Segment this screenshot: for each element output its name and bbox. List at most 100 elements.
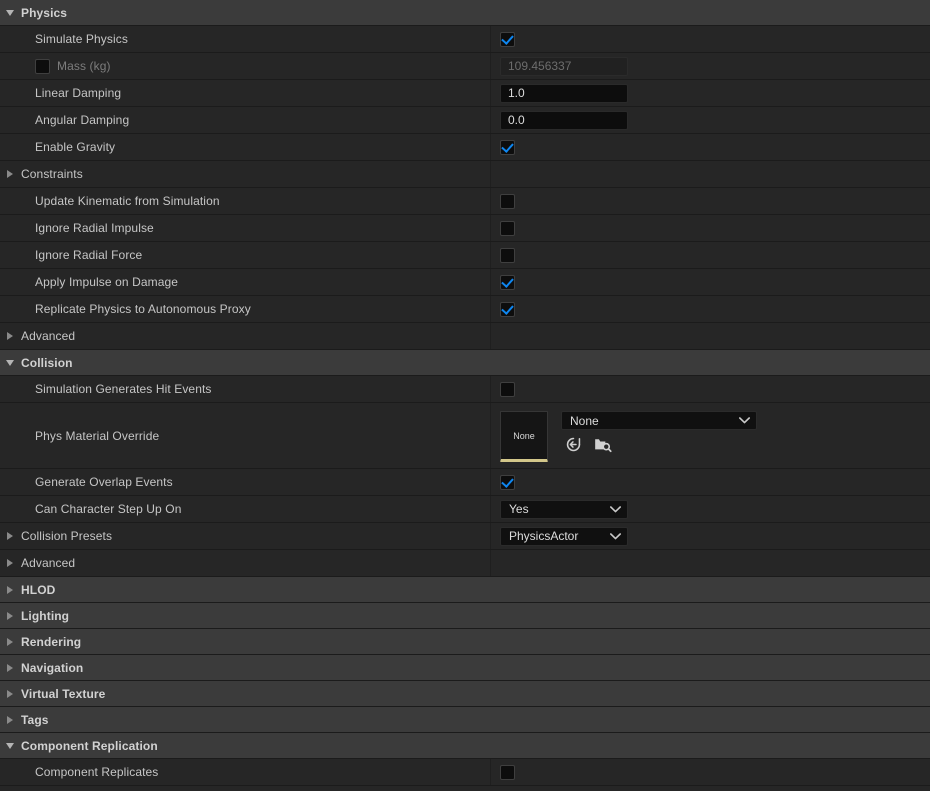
category-label-navigation: Navigation [21,661,83,675]
asset-thumbnail[interactable]: None [500,411,548,462]
property-row-collision-advanced[interactable]: Advanced [0,550,930,577]
combo-phys-material-override[interactable]: None [561,411,757,430]
property-name-cell: Collision [0,350,491,375]
property-label-collision-advanced: Advanced [21,556,75,570]
chevron-right-icon [7,612,13,620]
property-label-can-character-step-up-on: Can Character Step Up On [35,502,181,516]
checkbox-replicate-physics-proxy[interactable] [500,302,515,317]
category-row-collision[interactable]: Collision [0,350,930,376]
property-label-physics-advanced: Advanced [21,329,75,343]
checkbox-generate-overlap-events[interactable] [500,475,515,490]
twisty-collapsed-physics-advanced[interactable] [3,332,17,340]
category-row-physics[interactable]: Physics [0,0,930,26]
property-name-cell: Simulation Generates Hit Events [0,376,491,402]
property-row-phys-material-override[interactable]: Phys Material OverrideNoneNone [0,403,930,469]
property-value-cell: 109.456337 [491,53,930,79]
property-value-cell [491,655,930,680]
category-row-navigation[interactable]: Navigation [0,655,930,681]
category-row-component-replication[interactable]: Component Replication [0,733,930,759]
twisty-expanded-component-replication[interactable] [3,743,17,749]
chevron-right-icon [7,170,13,178]
checkbox-simulation-generates-hit[interactable] [500,382,515,397]
twisty-collapsed-rendering[interactable] [3,638,17,646]
twisty-collapsed-navigation[interactable] [3,664,17,672]
property-row-physics-advanced[interactable]: Advanced [0,323,930,350]
asset-picker-phys-material-override: None None [500,411,757,462]
checkbox-ignore-radial-force[interactable] [500,248,515,263]
property-name-cell: Advanced [0,550,491,576]
category-row-hlod[interactable]: HLOD [0,577,930,603]
category-row-tags[interactable]: Tags [0,707,930,733]
chevron-down-icon [6,743,14,749]
twisty-collapsed-tags[interactable] [3,716,17,724]
checkbox-apply-impulse-on-damage[interactable] [500,275,515,290]
chevron-right-icon [7,586,13,594]
property-row-linear-damping[interactable]: Linear Damping1.0 [0,80,930,107]
property-row-collision-presets[interactable]: Collision PresetsPhysicsActor [0,523,930,550]
input-mass[interactable]: 109.456337 [500,57,628,76]
property-row-ignore-radial-force[interactable]: Ignore Radial Force [0,242,930,269]
input-linear-damping[interactable]: 1.0 [500,84,628,103]
property-row-enable-gravity[interactable]: Enable Gravity [0,134,930,161]
checkbox-mass[interactable] [35,59,50,74]
twisty-collapsed-constraints[interactable] [3,170,17,178]
twisty-collapsed-collision-advanced[interactable] [3,559,17,567]
combo-can-character-step-up-on[interactable]: Yes [500,500,628,519]
property-value-cell [491,296,930,322]
property-row-simulation-generates-hit[interactable]: Simulation Generates Hit Events [0,376,930,403]
chevron-right-icon [7,664,13,672]
property-name-cell: Tags [0,707,491,732]
property-row-replicate-physics-proxy[interactable]: Replicate Physics to Autonomous Proxy [0,296,930,323]
property-row-update-kinematic[interactable]: Update Kinematic from Simulation [0,188,930,215]
property-row-constraints[interactable]: Constraints [0,161,930,188]
twisty-collapsed-collision-presets[interactable] [3,532,17,540]
category-label-collision: Collision [21,356,73,370]
property-label-ignore-radial-force: Ignore Radial Force [35,248,142,262]
property-value-cell [491,134,930,160]
chevron-right-icon [7,332,13,340]
category-label-lighting: Lighting [21,609,69,623]
combo-value-collision-presets: PhysicsActor [509,529,578,543]
property-value-cell [491,550,930,576]
checkbox-update-kinematic[interactable] [500,194,515,209]
category-row-lighting[interactable]: Lighting [0,603,930,629]
combo-collision-presets[interactable]: PhysicsActor [500,527,628,546]
twisty-collapsed-hlod[interactable] [3,586,17,594]
property-name-cell: Lighting [0,603,491,628]
twisty-collapsed-virtual-texture[interactable] [3,690,17,698]
property-value-cell [491,681,930,706]
twisty-collapsed-lighting[interactable] [3,612,17,620]
twisty-expanded-physics[interactable] [3,10,17,16]
property-name-cell: Navigation [0,655,491,680]
property-label-enable-gravity: Enable Gravity [35,140,115,154]
property-name-cell: Virtual Texture [0,681,491,706]
property-value-cell [491,707,930,732]
property-value-cell [491,0,930,25]
asset-action-icons [565,436,757,453]
property-name-cell: Simulate Physics [0,26,491,52]
input-value-linear-damping: 1.0 [508,86,525,100]
property-row-apply-impulse-on-damage[interactable]: Apply Impulse on Damage [0,269,930,296]
checkbox-component-replicates[interactable] [500,765,515,780]
property-row-angular-damping[interactable]: Angular Damping 0.0 [0,107,930,134]
property-name-cell: Angular Damping [0,107,491,133]
chevron-right-icon [7,532,13,540]
checkbox-enable-gravity[interactable] [500,140,515,155]
category-row-rendering[interactable]: Rendering [0,629,930,655]
checkbox-simulate-physics[interactable] [500,32,515,47]
property-row-generate-overlap-events[interactable]: Generate Overlap Events [0,469,930,496]
checkbox-ignore-radial-impulse[interactable] [500,221,515,236]
property-row-can-character-step-up-on[interactable]: Can Character Step Up On Yes [0,496,930,523]
twisty-expanded-collision[interactable] [3,360,17,366]
property-row-component-replicates[interactable]: Component Replicates [0,759,930,786]
property-value-cell [491,629,930,654]
property-row-simulate-physics[interactable]: Simulate Physics [0,26,930,53]
property-row-ignore-radial-impulse[interactable]: Ignore Radial Impulse [0,215,930,242]
category-row-virtual-texture[interactable]: Virtual Texture [0,681,930,707]
input-angular-damping[interactable]: 0.0 [500,111,628,130]
browse-to-asset-icon[interactable] [565,436,582,453]
category-label-physics: Physics [21,6,67,20]
property-name-cell: Enable Gravity [0,134,491,160]
property-row-mass[interactable]: Mass (kg)109.456337 [0,53,930,80]
find-in-content-browser-icon[interactable] [594,436,612,453]
